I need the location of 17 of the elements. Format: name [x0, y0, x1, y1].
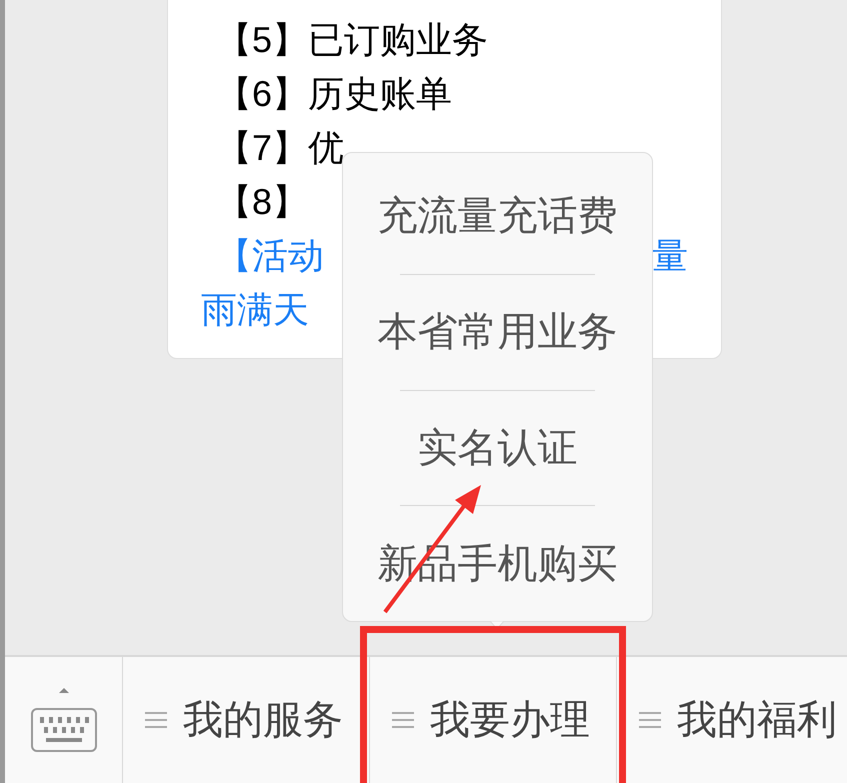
menu-lines-icon: [639, 712, 661, 728]
menu-option-text: 【7】优: [215, 126, 344, 170]
activity-label: 【活动: [215, 234, 324, 278]
menu-option-text: 【8】: [215, 180, 308, 224]
menu-option-text: 【6】历史账单: [215, 72, 452, 116]
menu-tab[interactable]: 我的福利: [639, 690, 837, 750]
popup-menu-item[interactable]: 充流量充话费: [378, 186, 618, 246]
popup-menu-item[interactable]: 本省常用业务: [378, 302, 618, 362]
menu-tab[interactable]: 我的服务: [145, 690, 343, 750]
menu-tab[interactable]: 我要办理: [392, 690, 590, 750]
activity-text: 量: [652, 234, 688, 278]
activity-text: 雨满天: [201, 288, 309, 332]
popup-menu-item[interactable]: 实名认证: [418, 418, 578, 478]
menu-lines-icon: [145, 712, 167, 728]
menu-option-text: 【5】已订购业务: [215, 18, 488, 62]
keyboard-icon[interactable]: [30, 687, 98, 753]
menu-lines-icon: [392, 712, 414, 728]
